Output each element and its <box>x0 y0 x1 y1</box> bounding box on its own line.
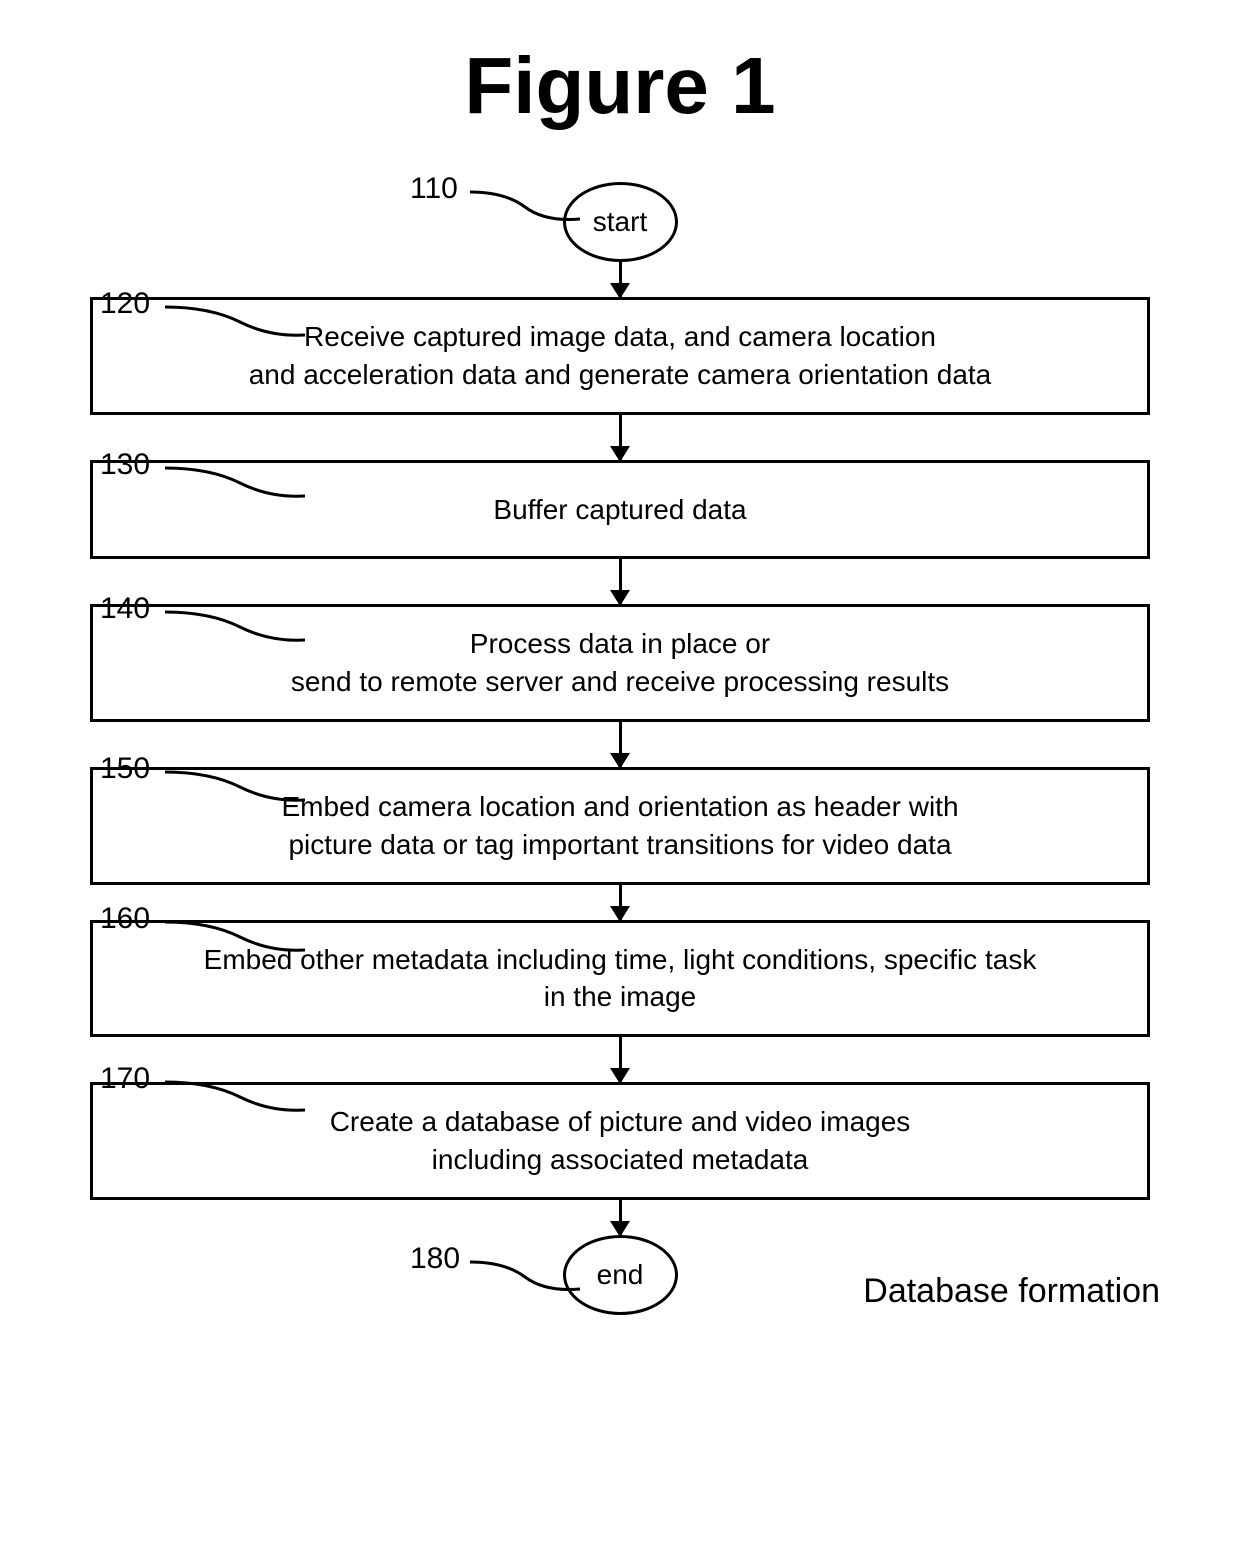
label-180: 180 <box>410 1242 460 1276</box>
flowchart: 110 start 120 Receive captured image dat… <box>90 172 1150 1315</box>
caption: Database formation <box>863 1272 1160 1311</box>
arrow <box>619 559 622 604</box>
step-120-text: Receive captured image data, and camera … <box>249 321 992 390</box>
label-160: 160 <box>100 902 150 936</box>
arrow <box>619 415 622 460</box>
label-170: 170 <box>100 1062 150 1096</box>
label-140: 140 <box>100 592 150 626</box>
step-140-text: Process data in place orsend to remote s… <box>291 628 949 697</box>
step-160-text: Embed other metadata including time, lig… <box>204 944 1037 1013</box>
label-130: 130 <box>100 448 150 482</box>
step-150-text: Embed camera location and orientation as… <box>281 791 958 860</box>
step-130-text: Buffer captured data <box>493 494 746 525</box>
arrow <box>619 885 622 920</box>
pointer-130 <box>160 463 310 503</box>
arrow <box>619 262 622 297</box>
figure-title: Figure 1 <box>60 40 1180 132</box>
label-110: 110 <box>410 172 458 206</box>
arrow <box>619 1037 622 1082</box>
pointer-170 <box>160 1077 310 1117</box>
pointer-140 <box>160 607 310 647</box>
step-170-text: Create a database of picture and video i… <box>330 1106 911 1175</box>
label-120: 120 <box>100 287 150 321</box>
label-150: 150 <box>100 752 150 786</box>
pointer-110 <box>465 187 585 227</box>
arrow <box>619 1200 622 1235</box>
pointer-120 <box>160 302 310 342</box>
pointer-160 <box>160 917 310 957</box>
pointer-150 <box>160 767 310 807</box>
arrow <box>619 722 622 767</box>
pointer-180 <box>465 1257 585 1297</box>
